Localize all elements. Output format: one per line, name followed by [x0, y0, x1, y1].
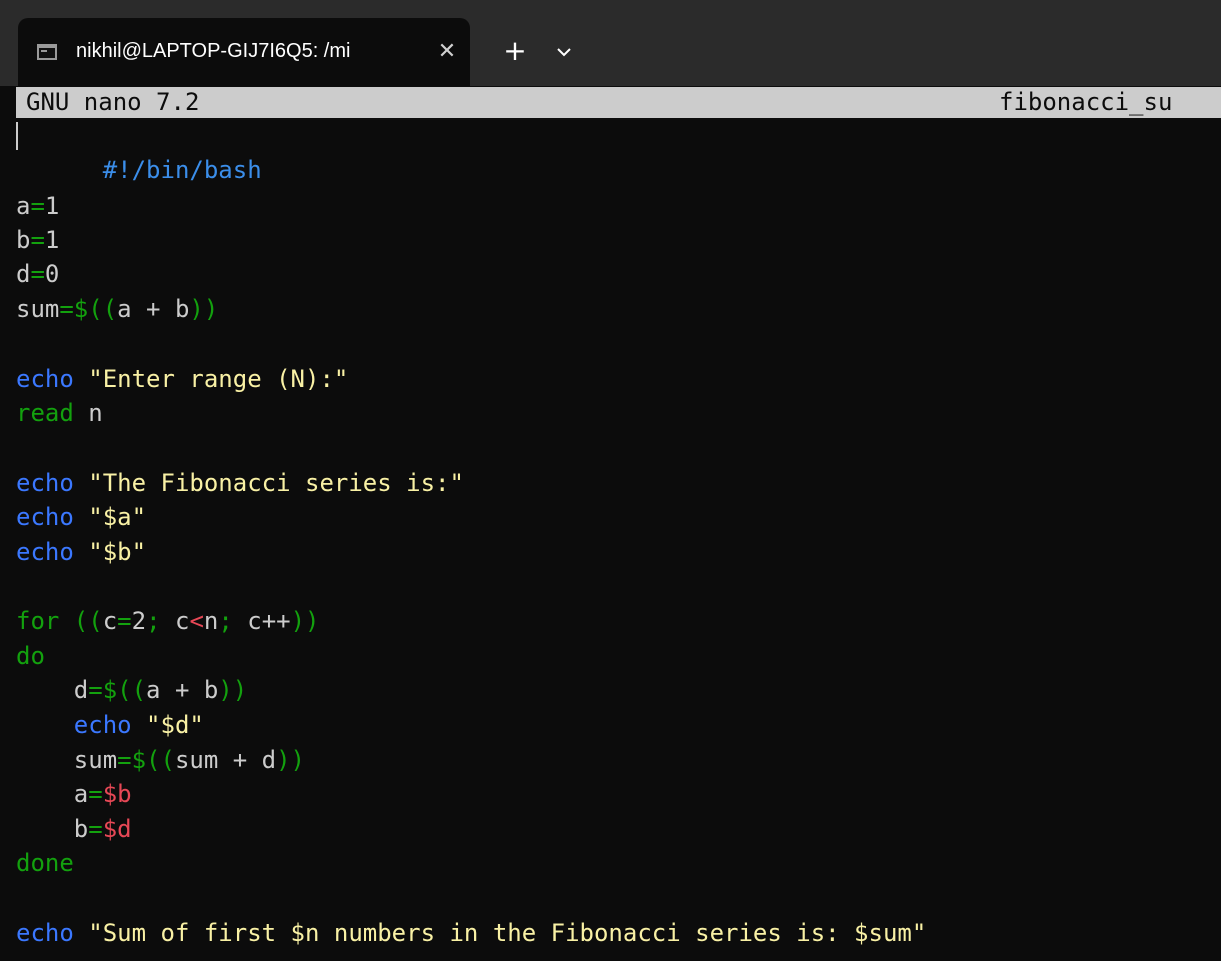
code-line: echo "$a" [16, 503, 147, 531]
terminal-icon [37, 44, 57, 60]
code-line: sum=$((a + b)) [16, 295, 219, 323]
code-line: b=1 [16, 226, 60, 254]
code-line: a=1 [16, 192, 60, 220]
code-line: read n [16, 399, 103, 427]
code-line: d=$((a + b)) [16, 676, 248, 704]
chevron-down-icon[interactable] [552, 40, 576, 64]
terminal-window: nikhil@LAPTOP-GIJ7I6Q5: /mi ✕ + GNU nano… [0, 0, 1221, 961]
code-line: echo "The Fibonacci series is:" [16, 469, 464, 497]
text-cursor [16, 122, 18, 150]
code-line: for ((c=2; c<n; c++)) [16, 607, 320, 635]
nano-header-bar: GNU nano 7.2 fibonacci_su [16, 87, 1221, 118]
code-line: #!/bin/bash [16, 118, 262, 184]
editor-area[interactable]: #!/bin/bash a=1 b=1 d=0 sum=$((a + b)) e… [16, 118, 1221, 961]
code-line: echo "Sum of first $n numbers in the Fib… [16, 919, 927, 947]
new-tab-button[interactable]: + [500, 36, 530, 66]
code-line: a=$b [16, 780, 132, 808]
tab-title: nikhil@LAPTOP-GIJ7I6Q5: /mi [76, 40, 351, 62]
code-line: echo "$d" [16, 711, 204, 739]
close-tab-icon[interactable]: ✕ [434, 37, 460, 67]
code-line: b=$d [16, 815, 132, 843]
terminal-tab[interactable]: nikhil@LAPTOP-GIJ7I6Q5: /mi ✕ [18, 18, 470, 86]
code-line: echo "Enter range (N):" [16, 365, 349, 393]
code-line: do [16, 642, 45, 670]
code-line: d=0 [16, 260, 60, 288]
nano-filename: fibonacci_su [999, 88, 1173, 116]
nano-version: GNU nano 7.2 [26, 88, 200, 116]
title-bar: nikhil@LAPTOP-GIJ7I6Q5: /mi ✕ + [0, 0, 1221, 86]
code-line: done [16, 849, 74, 877]
code-line: echo "$b" [16, 538, 147, 566]
code-line: sum=$((sum + d)) [16, 746, 306, 774]
